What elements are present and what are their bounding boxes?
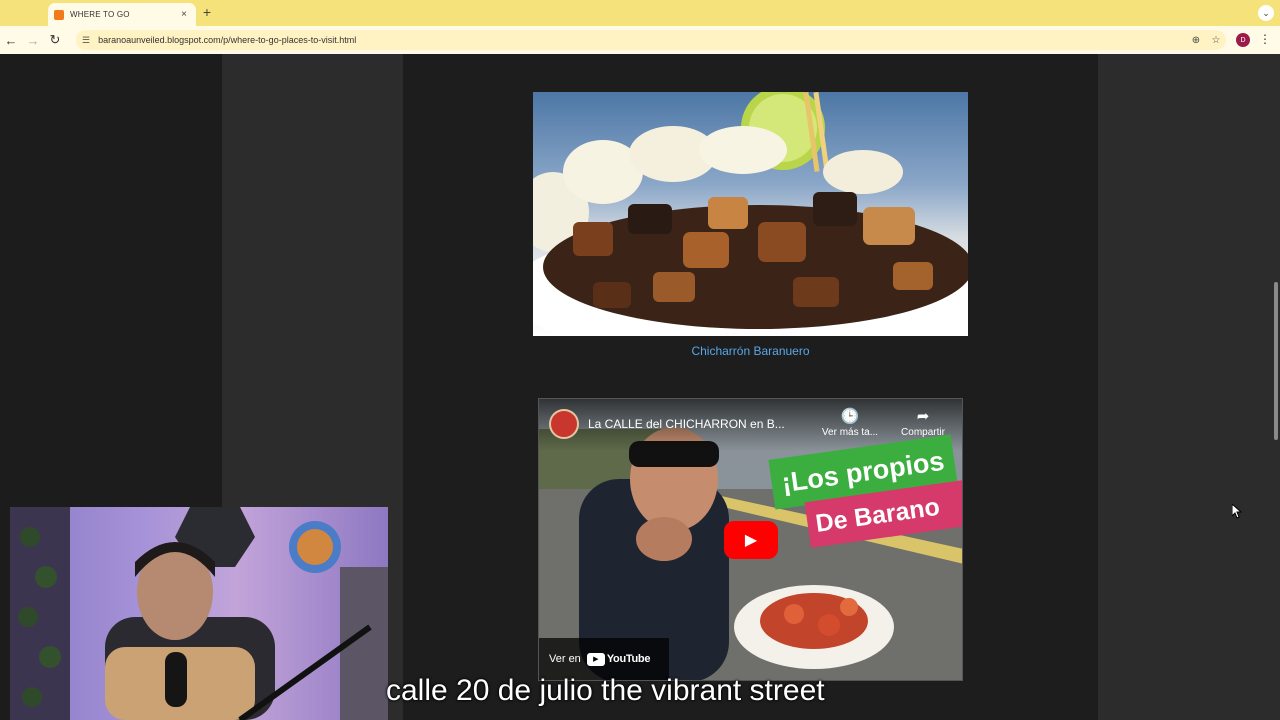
tab-title: WHERE TO GO bbox=[70, 10, 130, 19]
tab-strip: WHERE TO GO × + ⌄ bbox=[0, 0, 1280, 26]
site-info-icon[interactable]: ☰ bbox=[82, 35, 90, 46]
browser-menu-icon[interactable]: ⋮ bbox=[1259, 32, 1271, 46]
address-bar-actions: ⊕ ☆ bbox=[1186, 30, 1226, 50]
url-text[interactable]: baranoaunveiled.blogspot.com/p/where-to-… bbox=[98, 35, 356, 45]
tab-close-icon[interactable]: × bbox=[178, 9, 190, 20]
channel-avatar[interactable] bbox=[549, 409, 579, 439]
presenter-webcam bbox=[10, 507, 388, 720]
back-button[interactable]: ← bbox=[0, 33, 22, 48]
caption-subtitle: calle 20 de julio the vibrant street bbox=[386, 674, 825, 707]
play-icon: ▶ bbox=[744, 532, 758, 549]
watch-later-button[interactable]: 🕒 Ver más ta... bbox=[817, 407, 883, 438]
play-button[interactable]: ▶ bbox=[724, 521, 778, 559]
profile-avatar[interactable]: D bbox=[1236, 33, 1250, 47]
youtube-embed[interactable]: La CALLE del CHICHARRON en B... 🕒 Ver má… bbox=[538, 398, 963, 681]
share-arrow-icon: ➦ bbox=[916, 408, 930, 425]
video-title[interactable]: La CALLE del CHICHARRON en B... bbox=[588, 417, 785, 431]
watch-later-label: Ver más ta... bbox=[821, 427, 879, 438]
share-button[interactable]: ➦ Compartir bbox=[893, 407, 953, 438]
chicharron-plate-illustration bbox=[533, 92, 968, 336]
youtube-logo-icon: ▶ YouTube bbox=[586, 652, 651, 666]
tab-search-button[interactable]: ⌄ bbox=[1258, 5, 1274, 21]
address-bar[interactable]: ☰ baranoaunveiled.blogspot.com/p/where-t… bbox=[76, 30, 1226, 50]
mouse-cursor-icon bbox=[1232, 504, 1242, 519]
presenter-illustration bbox=[10, 507, 388, 720]
chicharron-photo bbox=[533, 92, 968, 336]
blogger-favicon-icon bbox=[54, 9, 64, 20]
right-sidebar bbox=[1098, 54, 1280, 720]
youtube-wordmark: YouTube bbox=[606, 653, 651, 665]
scrollbar-thumb[interactable] bbox=[1274, 282, 1278, 440]
new-tab-button[interactable]: + bbox=[200, 4, 214, 20]
bookmark-star-icon[interactable]: ☆ bbox=[1206, 35, 1226, 46]
zoom-icon[interactable]: ⊕ bbox=[1186, 35, 1206, 46]
image-caption[interactable]: Chicharrón Baranuero bbox=[533, 344, 968, 358]
forward-button[interactable]: → bbox=[22, 33, 44, 48]
tab-where-to-go[interactable]: WHERE TO GO × bbox=[48, 3, 196, 26]
youtube-play-mark-icon: ▶ bbox=[586, 652, 605, 666]
page-scrollbar[interactable] bbox=[1272, 54, 1280, 720]
watch-on-label: Ver en bbox=[549, 653, 581, 665]
clock-icon: 🕒 bbox=[840, 408, 860, 425]
reload-button[interactable]: ↻ bbox=[44, 32, 66, 48]
browser-toolbar: ← → ↻ ☰ baranoaunveiled.blogspot.com/p/w… bbox=[0, 26, 1280, 54]
